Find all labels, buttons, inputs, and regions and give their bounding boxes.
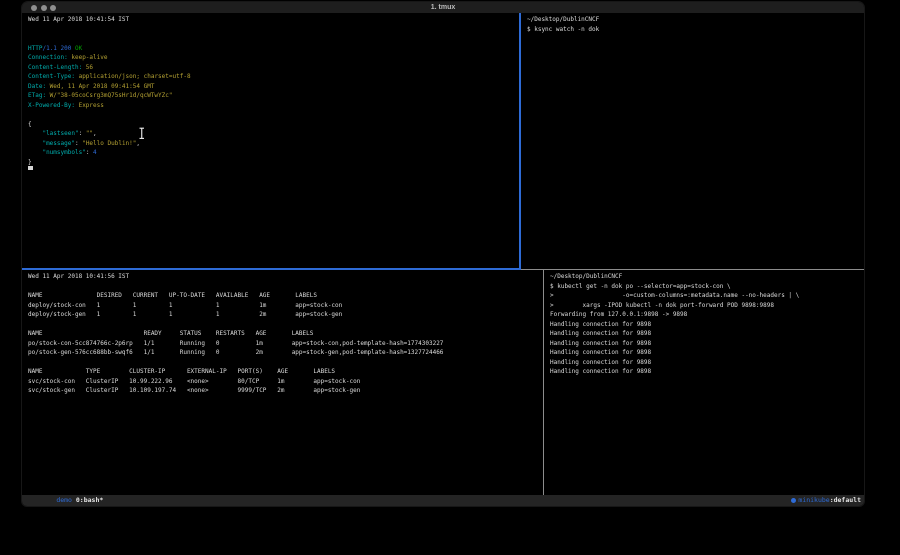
status-left: demo 0:bash*: [25, 484, 103, 517]
terminal-line: $ ksync watch -n dok: [527, 25, 864, 35]
terminal-line: Handling connection for 9898: [550, 358, 864, 368]
terminal-line: Forwarding from 127.0.0.1:9898 -> 9898: [550, 310, 864, 320]
terminal-line: Content-Length: 56: [28, 63, 519, 73]
terminal-line: [28, 110, 519, 120]
terminal-line: [28, 320, 543, 330]
pane-http-response[interactable]: Wed 11 Apr 2018 10:41:54 IST HTTP/1.1 200…: [22, 13, 519, 268]
terminal-line: Date: Wed, 11 Apr 2018 09:41:54 GMT: [28, 82, 519, 92]
terminal-line: [28, 34, 519, 44]
terminal-line: NAME READY STATUS RESTARTS AGE LABELS: [28, 329, 543, 339]
terminal-line: po/stock-con-5cc874766c-2p6rp 1/1 Runnin…: [28, 339, 543, 349]
pane-kubectl-resources[interactable]: Wed 11 Apr 2018 10:41:56 IST NAME DESIRED…: [22, 270, 543, 495]
pane-port-forward[interactable]: ~/Desktop/DublinCNCF$ kubectl get -n dok…: [544, 270, 864, 495]
helm-icon: [791, 498, 796, 503]
terminal-line: {: [28, 120, 519, 130]
terminal-line: Handling connection for 9898: [550, 329, 864, 339]
terminal-line: Handling connection for 9898: [550, 348, 864, 358]
terminal-line: "numsymbols": 4: [28, 148, 519, 158]
terminal-output: Wed 11 Apr 2018 10:41:56 IST NAME DESIRED…: [22, 270, 543, 396]
terminal-line: NAME DESIRED CURRENT UP-TO-DATE AVAILABL…: [28, 291, 543, 301]
terminal-line: > -o=custom-columns=:metadata.name --no-…: [550, 291, 864, 301]
pane-divider-vertical-top[interactable]: [519, 13, 521, 268]
desktop: 1. tmux Wed 11 Apr 2018 10:41:54 IST HTTP…: [0, 0, 900, 555]
terminal-line: }: [28, 158, 519, 168]
terminal-line: "message": "Hello Dublin!",: [28, 139, 519, 149]
terminal-output: ~/Desktop/DublinCNCF$ ksync watch -n dok: [521, 13, 864, 34]
terminal-output: Wed 11 Apr 2018 10:41:54 IST HTTP/1.1 200…: [22, 13, 519, 177]
kube-namespace: :default: [830, 496, 861, 504]
terminal-line: deploy/stock-con 1 1 1 1 1m app=stock-co…: [28, 301, 543, 311]
terminal-line: HTTP/1.1 200 OK: [28, 44, 519, 54]
status-right: minikube:default: [791, 495, 861, 506]
session-name: demo: [56, 496, 76, 504]
terminal-line: Handling connection for 9898: [550, 320, 864, 330]
terminal-line: svc/stock-gen ClusterIP 10.109.197.74 <n…: [28, 386, 543, 396]
terminal-line: Content-Type: application/json; charset=…: [28, 72, 519, 82]
terminal-block-cursor: [28, 166, 33, 170]
terminal-line: Wed 11 Apr 2018 10:41:56 IST: [28, 272, 543, 282]
terminal-line: deploy/stock-gen 1 1 1 1 2m app=stock-ge…: [28, 310, 543, 320]
terminal-line: [28, 25, 519, 35]
terminal-line: Wed 11 Apr 2018 10:41:54 IST: [28, 15, 519, 25]
terminal-line: NAME TYPE CLUSTER-IP EXTERNAL-IP PORT(S)…: [28, 367, 543, 377]
terminal-line: > xargs -IPOD kubectl -n dok port-forwar…: [550, 301, 864, 311]
terminal-line: "lastseen": "",: [28, 129, 519, 139]
title-bar[interactable]: 1. tmux: [22, 2, 864, 13]
terminal-line: Handling connection for 9898: [550, 367, 864, 377]
terminal-line: ETag: W/"38-05coCsrg3mQ75sHr1d/qcWTwYZc": [28, 91, 519, 101]
status-bar: demo 0:bash* minikube:default: [22, 495, 864, 506]
kube-context: minikube: [798, 496, 829, 504]
terminal-line: X-Powered-By: Express: [28, 101, 519, 111]
window-title: 1. tmux: [22, 4, 864, 11]
terminal-line: Connection: keep-alive: [28, 53, 519, 63]
terminal-line: [28, 282, 543, 292]
pane-ksync[interactable]: ~/Desktop/DublinCNCF$ ksync watch -n dok: [521, 13, 864, 268]
terminal-line: ~/Desktop/DublinCNCF: [527, 15, 864, 25]
terminal-line: svc/stock-con ClusterIP 10.99.222.96 <no…: [28, 377, 543, 387]
terminal-line: [28, 167, 519, 177]
terminal-line: Handling connection for 9898: [550, 339, 864, 349]
terminal-window: 1. tmux Wed 11 Apr 2018 10:41:54 IST HTTP…: [22, 2, 864, 506]
terminal-line: [28, 358, 543, 368]
terminal-line: po/stock-gen-576cc688bb-swqf6 1/1 Runnin…: [28, 348, 543, 358]
terminal-output: ~/Desktop/DublinCNCF$ kubectl get -n dok…: [544, 270, 864, 377]
terminal-line: ~/Desktop/DublinCNCF: [550, 272, 864, 282]
window-tab[interactable]: 0:bash*: [76, 496, 103, 504]
terminal-line: $ kubectl get -n dok po --selector=app=s…: [550, 282, 864, 292]
mouse-ibeam-icon: [138, 125, 146, 144]
